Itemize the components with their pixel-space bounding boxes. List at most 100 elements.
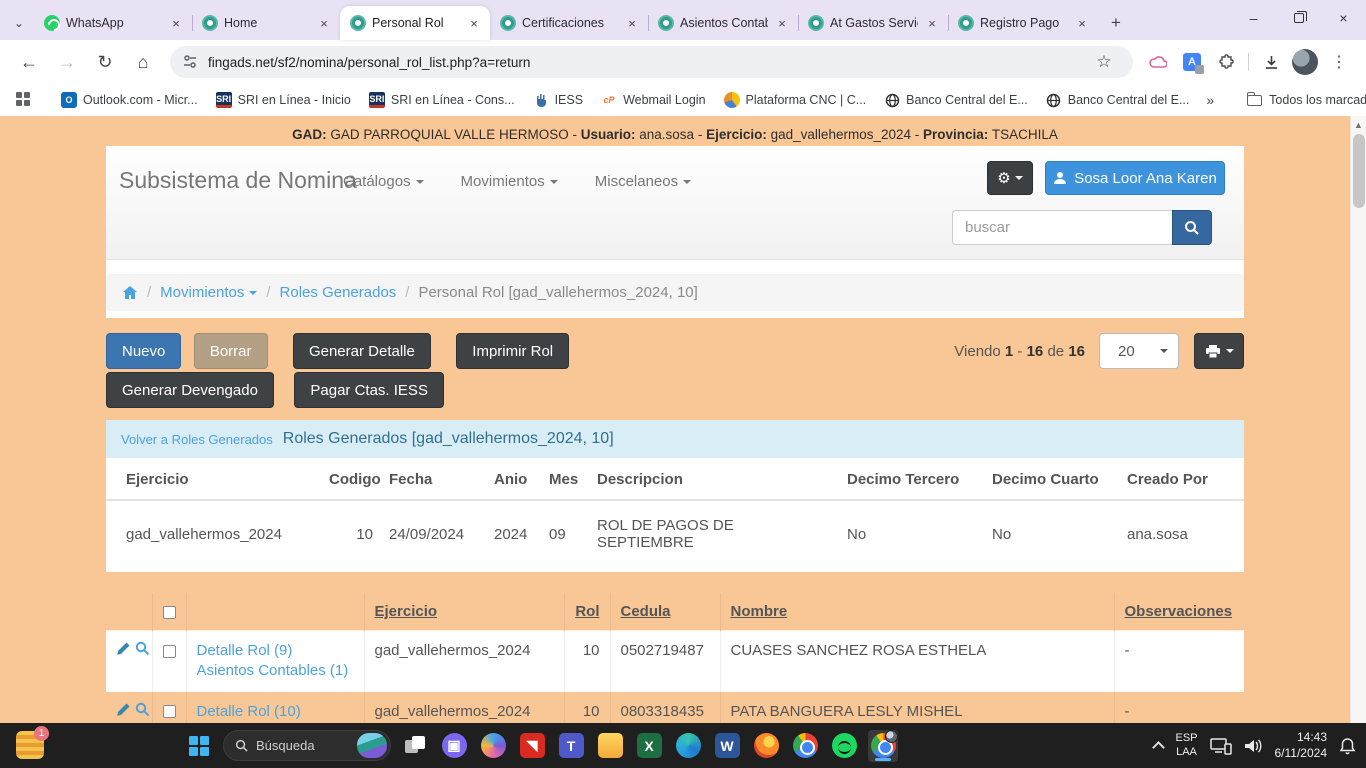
scrollbar-thumb[interactable] xyxy=(1353,134,1365,208)
row-checkbox[interactable] xyxy=(163,705,176,718)
search-button[interactable] xyxy=(1172,210,1212,245)
translate-icon[interactable]: A xyxy=(1177,47,1207,77)
bookmark-cnc[interactable]: Plataforma CNC | C... xyxy=(724,92,867,108)
bookmark-banco-central-1[interactable]: Banco Central del E... xyxy=(884,92,1028,108)
widgets-weather-icon[interactable]: 1 xyxy=(16,731,44,759)
chrome-button[interactable] xyxy=(790,730,820,762)
bookmark-star-icon[interactable]: ☆ xyxy=(1089,47,1119,77)
search-input[interactable] xyxy=(952,210,1172,245)
bookmark-banco-central-2[interactable]: Banco Central del E... xyxy=(1046,92,1190,108)
bookmark-sri-inicio[interactable]: SRISRI en Línea - Inicio xyxy=(216,92,351,108)
bookmark-sri-consultas[interactable]: SRISRI en Línea - Cons... xyxy=(369,92,515,108)
all-bookmarks-button[interactable]: Todos los marcadores xyxy=(1247,93,1366,107)
speaker-icon[interactable] xyxy=(1244,738,1263,754)
tab-whatsapp[interactable]: WhatsApp × xyxy=(34,6,192,40)
volver-link[interactable]: Volver a Roles Generados xyxy=(121,432,273,447)
window-restore-button[interactable] xyxy=(1276,0,1321,36)
borrar-button[interactable]: Borrar xyxy=(194,333,268,369)
reload-icon[interactable]: ↻ xyxy=(89,46,121,78)
extension-pink-icon[interactable] xyxy=(1143,47,1173,77)
close-icon[interactable]: × xyxy=(316,15,332,31)
edge-button[interactable] xyxy=(673,730,703,762)
detalle-rol-link[interactable]: Detalle Rol (9) xyxy=(197,641,354,661)
apps-grid-icon[interactable] xyxy=(16,92,30,108)
excel-button[interactable]: X xyxy=(634,730,664,762)
chrome-active-button[interactable] xyxy=(868,730,898,762)
tab-home[interactable]: Home × xyxy=(192,6,340,40)
tab-registro-pago[interactable]: Registro Pago × xyxy=(948,6,1098,40)
back-icon[interactable]: ← xyxy=(13,46,45,78)
teams-chat-button[interactable]: ▣ xyxy=(439,730,469,762)
tab-at-gastos[interactable]: At Gastos Servic × xyxy=(798,6,948,40)
close-icon[interactable]: × xyxy=(624,15,640,31)
file-explorer-button[interactable] xyxy=(595,730,625,762)
close-icon[interactable]: × xyxy=(466,15,482,31)
clock[interactable]: 14:43 6/11/2024 xyxy=(1275,730,1328,761)
forward-icon[interactable]: → xyxy=(51,46,83,78)
edit-pencil-icon[interactable] xyxy=(116,641,131,656)
sort-ejercicio-link[interactable]: Ejercicio xyxy=(375,603,438,620)
imprimir-rol-button[interactable]: Imprimir Rol xyxy=(456,333,569,369)
select-all-checkbox[interactable] xyxy=(163,606,176,619)
menu-catalogos[interactable]: Catálogos xyxy=(343,173,424,190)
detalle-rol-link[interactable]: Detalle Rol (10) xyxy=(197,702,354,722)
adobe-acrobat-button[interactable]: ◥ xyxy=(517,730,547,762)
scroll-up-icon[interactable]: ▲ xyxy=(1351,116,1366,130)
close-icon[interactable]: × xyxy=(168,15,184,31)
breadcrumb-roles-generados[interactable]: Roles Generados xyxy=(280,284,397,301)
sort-observaciones-link[interactable]: Observaciones xyxy=(1125,603,1233,620)
window-close-button[interactable]: × xyxy=(1321,0,1366,36)
search-highlight-image[interactable] xyxy=(357,733,387,758)
bookmarks-overflow-icon[interactable]: » xyxy=(1206,92,1214,108)
tab-asientos-contables[interactable]: Asientos Contab × xyxy=(648,6,798,40)
generar-detalle-button[interactable]: Generar Detalle xyxy=(293,333,431,369)
bookmark-webmail[interactable]: cPWebmail Login xyxy=(601,92,705,108)
spotify-button[interactable] xyxy=(829,730,859,762)
page-scrollbar[interactable]: ▲ xyxy=(1350,116,1366,723)
downloads-icon[interactable] xyxy=(1256,47,1286,77)
menu-movimientos[interactable]: Movimientos xyxy=(461,173,558,190)
tab-personal-rol[interactable]: Personal Rol × xyxy=(340,6,490,40)
taskbar-search[interactable]: Búsqueda xyxy=(223,730,391,761)
menu-miscelaneos[interactable]: Miscelaneos xyxy=(595,173,691,190)
start-button[interactable] xyxy=(184,730,214,762)
page-size-select[interactable]: 20 xyxy=(1099,333,1179,369)
nuevo-button[interactable]: Nuevo xyxy=(106,333,181,369)
task-view-button[interactable] xyxy=(400,730,430,762)
edit-pencil-icon[interactable] xyxy=(116,702,131,717)
settings-dropdown-button[interactable]: ⚙ xyxy=(987,161,1033,195)
breadcrumb-home[interactable] xyxy=(122,285,138,300)
view-magnifier-icon[interactable] xyxy=(135,641,150,656)
user-button[interactable]: Sosa Loor Ana Karen xyxy=(1045,161,1225,195)
site-settings-icon[interactable] xyxy=(182,54,198,70)
url-text[interactable]: fingads.net/sf2/nomina/personal_rol_list… xyxy=(208,55,1087,70)
notifications-bell-icon[interactable] xyxy=(1339,737,1356,755)
home-icon[interactable]: ⌂ xyxy=(127,46,159,78)
close-icon[interactable]: × xyxy=(774,15,790,31)
sort-cedula-link[interactable]: Cedula xyxy=(621,603,671,620)
close-icon[interactable]: × xyxy=(1074,15,1090,31)
breadcrumb-movimientos[interactable]: Movimientos xyxy=(160,284,257,301)
profile-avatar[interactable] xyxy=(1290,47,1320,77)
sort-nombre-link[interactable]: Nombre xyxy=(731,603,788,620)
word-button[interactable]: W xyxy=(712,730,742,762)
tab-search-icon[interactable]: ⌄ xyxy=(6,6,32,40)
window-minimize-button[interactable]: – xyxy=(1231,0,1276,36)
firefox-button[interactable] xyxy=(751,730,781,762)
network-display-icon[interactable] xyxy=(1210,737,1232,755)
row-checkbox[interactable] xyxy=(163,645,176,658)
bookmark-outlook[interactable]: OOutlook.com - Micr... xyxy=(61,92,198,108)
tab-certificaciones[interactable]: Certificaciones × xyxy=(490,6,648,40)
copilot-button[interactable] xyxy=(478,730,508,762)
tray-chevron-up-icon[interactable] xyxy=(1153,741,1166,754)
close-icon[interactable]: × xyxy=(924,15,940,31)
address-bar[interactable]: fingads.net/sf2/nomina/personal_rol_list… xyxy=(170,46,1133,78)
view-magnifier-icon[interactable] xyxy=(135,702,150,717)
asientos-contables-link[interactable]: Asientos Contables (1) xyxy=(197,661,354,681)
bookmark-iess[interactable]: IESS xyxy=(533,92,584,108)
sort-rol-link[interactable]: Rol xyxy=(575,603,599,620)
menu-dots-icon[interactable]: ⋮ xyxy=(1324,47,1354,77)
generar-devengado-button[interactable]: Generar Devengado xyxy=(106,372,274,408)
extensions-puzzle-icon[interactable] xyxy=(1211,47,1241,77)
pagar-ctas-iess-button[interactable]: Pagar Ctas. IESS xyxy=(294,372,444,408)
